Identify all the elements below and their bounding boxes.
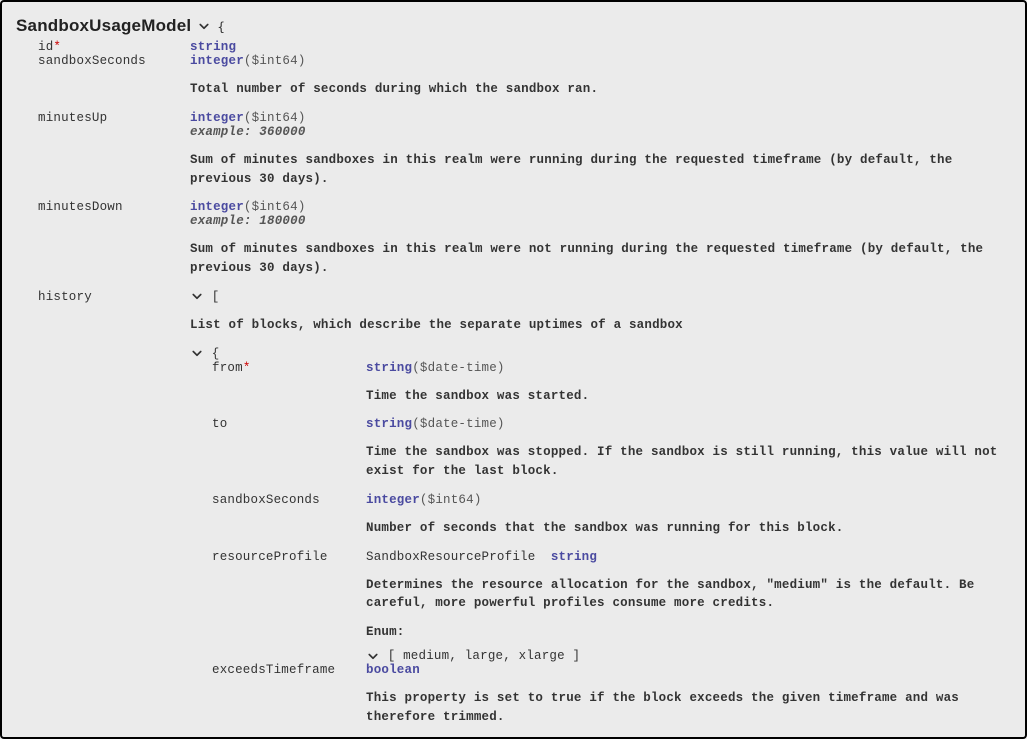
property-format: ($int64) xyxy=(420,493,482,507)
enum-values: [ medium, large, xlarge ] xyxy=(388,649,581,663)
property-row: id* string xyxy=(38,40,1011,54)
property-key: minutesUp xyxy=(38,111,107,125)
property-key: to xyxy=(212,417,227,431)
bracket-open: [ xyxy=(212,290,220,304)
property-type: integer xyxy=(366,493,420,507)
property-row: history [ List of blocks, which describe… xyxy=(38,290,1011,739)
property-key: resourceProfile xyxy=(212,550,328,564)
brace-open: { xyxy=(217,19,225,34)
chevron-down-icon xyxy=(191,347,203,359)
property-format: ($date-time) xyxy=(412,417,504,431)
required-marker: * xyxy=(53,40,61,54)
property-key: sandboxSeconds xyxy=(212,493,320,507)
property-type: string xyxy=(366,417,412,431)
nested-property-row: exceedsTimeframe boolean This property i… xyxy=(212,663,1011,739)
property-description: This property is set to true if the bloc… xyxy=(366,689,1011,727)
property-type: string xyxy=(551,550,597,564)
property-row: minutesDown integer($int64) example: 180… xyxy=(38,200,1011,290)
property-format: ($int64) xyxy=(244,54,306,68)
chevron-down-icon xyxy=(198,20,210,32)
property-example: example: 180000 xyxy=(190,214,1011,228)
collapse-toggle-enum[interactable] xyxy=(366,649,380,663)
property-key: exceedsTimeframe xyxy=(212,663,335,677)
property-type: integer xyxy=(190,54,244,68)
property-key: history xyxy=(38,290,92,304)
collapse-toggle-item[interactable] xyxy=(190,347,204,361)
property-type: integer xyxy=(190,200,244,214)
nested-property-row: sandboxSeconds integer($int64) Number of… xyxy=(212,493,1011,550)
collapse-toggle-model[interactable] xyxy=(197,19,211,33)
property-description: Time the sandbox was started. xyxy=(366,387,1011,406)
array-description: List of blocks, which describe the separ… xyxy=(190,316,1011,335)
required-marker: * xyxy=(243,361,251,375)
property-type: boolean xyxy=(366,663,420,677)
nested-property-row: resourceProfile SandboxResourceProfile s… xyxy=(212,550,1011,664)
property-type: string xyxy=(366,361,412,375)
property-description: Number of seconds that the sandbox was r… xyxy=(366,519,1011,538)
property-description: Total number of seconds during which the… xyxy=(190,80,1011,99)
property-example: example: 360000 xyxy=(190,125,1011,139)
chevron-down-icon xyxy=(367,650,379,662)
property-format: ($int64) xyxy=(244,111,306,125)
nested-property-row: to string($date-time) Time the sandbox w… xyxy=(212,417,1011,493)
property-key: minutesDown xyxy=(38,200,123,214)
property-row: minutesUp integer($int64) example: 36000… xyxy=(38,111,1011,201)
property-description: Time the sandbox was stopped. If the san… xyxy=(366,443,1011,481)
brace-open: { xyxy=(212,347,220,361)
property-format: ($date-time) xyxy=(412,361,504,375)
property-type: string xyxy=(190,40,236,54)
chevron-down-icon xyxy=(191,290,203,302)
nested-property-row: from* string($date-time) Time the sandbo… xyxy=(212,361,1011,418)
property-format: ($int64) xyxy=(244,200,306,214)
property-row: sandboxSeconds integer($int64) Total num… xyxy=(38,54,1011,111)
model-name: SandboxUsageModel xyxy=(16,16,191,36)
enum-label: Enum: xyxy=(366,625,1011,639)
property-description: Determines the resource allocation for t… xyxy=(366,576,1011,614)
property-key: id xyxy=(38,40,53,54)
property-ref: SandboxResourceProfile xyxy=(366,550,535,564)
property-key: from xyxy=(212,361,243,375)
schema-panel: SandboxUsageModel { id* string sandboxSe… xyxy=(0,0,1027,739)
property-key: sandboxSeconds xyxy=(38,54,146,68)
collapse-toggle-array[interactable] xyxy=(190,290,204,304)
property-description: Sum of minutes sandboxes in this realm w… xyxy=(190,240,1011,278)
property-type: integer xyxy=(190,111,244,125)
property-description: Sum of minutes sandboxes in this realm w… xyxy=(190,151,1011,189)
